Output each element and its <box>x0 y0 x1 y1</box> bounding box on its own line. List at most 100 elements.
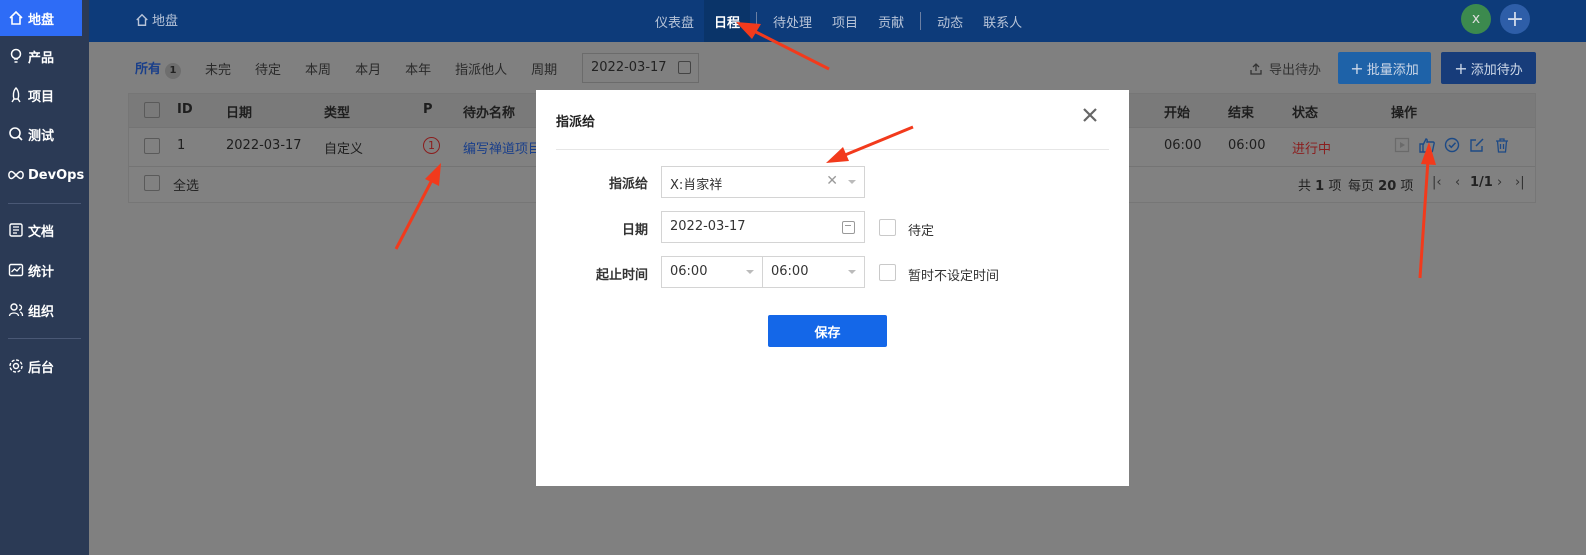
date-input[interactable]: 2022-03-17 <box>661 211 865 243</box>
status-badge: 进行中 <box>1292 142 1332 157</box>
assign-hand-icon[interactable] <box>1418 136 1436 154</box>
clear-icon[interactable]: ✕ <box>826 173 838 189</box>
col-date[interactable]: 日期 <box>226 102 252 121</box>
count-badge: 1 <box>165 62 182 79</box>
end-time-value: 06:00 <box>771 264 809 279</box>
nav-contacts[interactable]: 联系人 <box>973 0 1032 42</box>
nav-project[interactable]: 项目 <box>822 0 868 42</box>
pending-checkbox[interactable] <box>879 219 896 236</box>
date-filter-value: 2022-03-17 <box>591 60 667 75</box>
sidebar-item-product[interactable]: 产品 <box>0 38 82 74</box>
nav-dashboard[interactable]: 仪表盘 <box>645 0 704 42</box>
nav-contribution[interactable]: 贡献 <box>868 0 914 42</box>
tab-undone[interactable]: 未完 <box>205 59 231 78</box>
select-all-checkbox[interactable] <box>144 175 160 191</box>
col-status[interactable]: 状态 <box>1292 102 1318 121</box>
tab-cycle[interactable]: 周期 <box>531 59 557 78</box>
batch-add-button[interactable]: + 批量添加 <box>1338 52 1431 84</box>
finish-check-icon[interactable] <box>1443 136 1461 154</box>
sidebar-item-label: 产品 <box>28 50 55 66</box>
sidebar-item-dashboard[interactable]: 地盘 <box>0 0 82 36</box>
plus-icon: + <box>1454 58 1468 78</box>
last-page-icon[interactable]: ›| <box>1515 175 1525 190</box>
tab-all[interactable]: 所有 1 <box>135 58 182 79</box>
header-checkbox[interactable] <box>144 102 160 118</box>
col-actions: 操作 <box>1391 106 1418 121</box>
export-label: 导出待办 <box>1269 63 1322 78</box>
sidebar-item-test[interactable]: 测试 <box>0 116 82 152</box>
sidebar: 地盘 产品 项目 测试 DevOps 文档 统计 组织 后台 <box>0 0 89 555</box>
rocket-icon <box>7 86 25 104</box>
breadcrumb[interactable]: 地盘 <box>135 10 178 29</box>
sidebar-item-label: 文档 <box>28 224 55 240</box>
edit-icon[interactable] <box>1468 136 1486 154</box>
col-end[interactable]: 结束 <box>1228 102 1254 121</box>
breadcrumb-label: 地盘 <box>152 14 179 29</box>
per-page-suffix: 项 <box>1400 179 1414 194</box>
nav-divider <box>920 12 922 30</box>
per-page-value: 20 <box>1378 179 1397 194</box>
sidebar-item-doc[interactable]: 文档 <box>0 212 82 248</box>
sidebar-item-org[interactable]: 组织 <box>0 292 82 328</box>
cell-start: 06:00 <box>1164 138 1202 153</box>
date-value: 2022-03-17 <box>670 219 746 234</box>
tab-this-week[interactable]: 本周 <box>305 59 331 78</box>
tab-this-month[interactable]: 本月 <box>355 59 381 78</box>
top-navbar: 地盘 仪表盘 日程 待处理 项目 贡献 动态 联系人 x + <box>89 0 1586 42</box>
sidebar-item-stats[interactable]: 统计 <box>0 252 82 288</box>
sidebar-item-project[interactable]: 项目 <box>0 77 82 113</box>
sidebar-item-devops[interactable]: DevOps <box>0 157 85 193</box>
start-icon[interactable] <box>1393 136 1411 154</box>
col-start[interactable]: 开始 <box>1164 102 1190 121</box>
add-todo-button[interactable]: + 添加待办 <box>1441 52 1536 84</box>
tab-pending[interactable]: 待定 <box>255 59 281 78</box>
col-priority[interactable]: P <box>423 102 433 117</box>
total-prefix: 共 <box>1298 179 1312 194</box>
delete-icon[interactable] <box>1493 136 1511 154</box>
close-icon[interactable] <box>1079 104 1101 126</box>
plus-icon: + <box>1350 58 1364 78</box>
page-indicator: 1/1 <box>1470 175 1493 190</box>
avatar[interactable]: x <box>1461 4 1491 34</box>
assignee-select[interactable]: X:肖家祥 ✕ <box>661 166 865 198</box>
cell-date: 2022-03-17 <box>226 138 302 153</box>
cell-type: 自定义 <box>324 142 364 157</box>
export-button[interactable]: 导出待办 <box>1249 59 1321 78</box>
save-button[interactable]: 保存 <box>768 315 887 347</box>
total-suffix: 项 <box>1328 179 1342 194</box>
cell-end: 06:00 <box>1228 138 1266 153</box>
per-page-prefix: 每页 <box>1348 179 1375 194</box>
dialog-divider <box>556 149 1109 150</box>
end-time-select[interactable]: 06:00 <box>762 256 865 288</box>
sidebar-item-admin[interactable]: 后台 <box>0 348 82 384</box>
tab-assigned-others[interactable]: 指派他人 <box>455 59 507 78</box>
chevron-down-icon <box>848 270 856 274</box>
priority-badge: 1 <box>423 137 440 154</box>
row-checkbox[interactable] <box>144 138 160 154</box>
sidebar-item-label: DevOps <box>28 167 85 183</box>
tab-this-year[interactable]: 本年 <box>405 59 431 78</box>
chevron-down-icon <box>746 270 754 274</box>
col-id[interactable]: ID <box>177 102 193 117</box>
col-name[interactable]: 待办名称 <box>463 102 515 121</box>
nav-dynamic[interactable]: 动态 <box>927 0 973 42</box>
next-page-icon[interactable]: › <box>1497 175 1502 190</box>
assign-dialog: 指派给 指派给 X:肖家祥 ✕ 日期 2022-03-17 待定 起止时间 06… <box>536 90 1129 486</box>
date-label: 日期 <box>621 223 648 238</box>
first-page-icon[interactable]: |‹ <box>1432 175 1442 190</box>
no-time-checkbox[interactable] <box>879 264 896 281</box>
gear-icon <box>7 357 25 375</box>
date-filter-input[interactable]: 2022-03-17 <box>582 53 699 83</box>
create-plus-button[interactable]: + <box>1500 4 1530 34</box>
start-time-value: 06:00 <box>670 264 708 279</box>
add-todo-label: 添加待办 <box>1470 62 1523 78</box>
sidebar-item-label: 项目 <box>28 89 55 105</box>
nav-todo[interactable]: 待处理 <box>763 0 822 42</box>
per-page-select[interactable]: 每页 20 项 <box>1348 175 1413 194</box>
prev-page-icon[interactable]: ‹ <box>1455 175 1460 190</box>
sidebar-divider <box>8 338 81 339</box>
nav-schedule[interactable]: 日程 <box>704 0 751 42</box>
col-type[interactable]: 类型 <box>324 102 350 121</box>
start-time-select[interactable]: 06:00 <box>661 256 763 288</box>
todo-name-link[interactable]: 编写禅道项目 <box>463 138 541 157</box>
